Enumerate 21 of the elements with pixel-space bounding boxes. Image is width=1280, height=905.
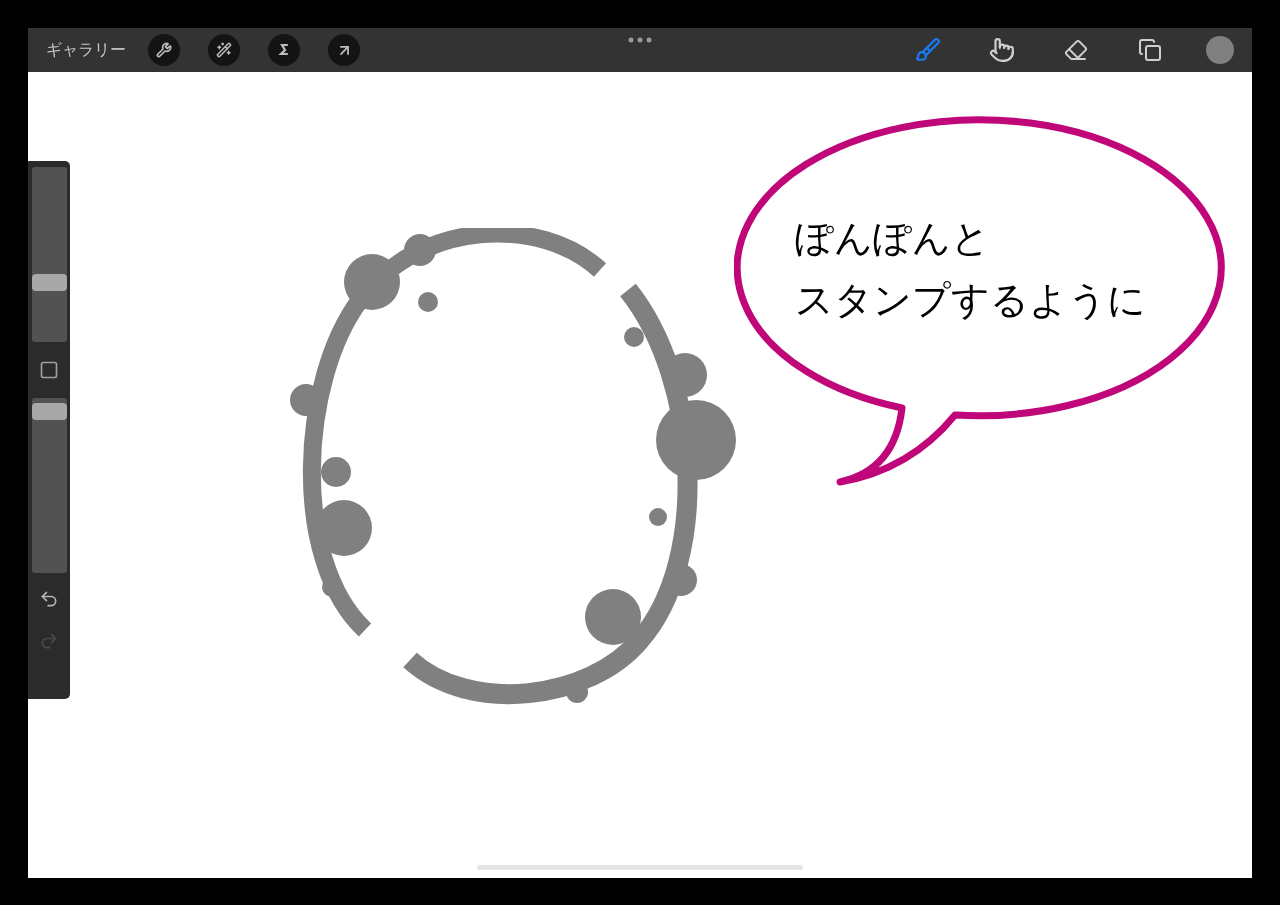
modify-icon[interactable] bbox=[39, 360, 59, 380]
brush-size-slider[interactable] bbox=[31, 167, 67, 342]
gallery-button[interactable]: ギャラリー bbox=[46, 38, 126, 62]
magic-wand-icon bbox=[216, 42, 232, 58]
magic-wand-button[interactable] bbox=[208, 34, 240, 66]
bubble-text: ぽんぽんと bbox=[795, 218, 991, 258]
brush-icon bbox=[915, 37, 941, 63]
slider-thumb[interactable] bbox=[31, 274, 67, 292]
slider-thumb[interactable] bbox=[31, 402, 67, 420]
eraser-icon bbox=[1064, 38, 1088, 62]
finger-icon bbox=[989, 37, 1015, 63]
more-icon[interactable] bbox=[628, 37, 652, 43]
layers-icon bbox=[1138, 38, 1162, 62]
wrench-icon bbox=[156, 42, 172, 58]
wrench-button[interactable] bbox=[148, 34, 180, 66]
undo-button[interactable] bbox=[39, 589, 59, 609]
drawing-canvas[interactable]: ぽんぽんと スタンプするように bbox=[28, 72, 1252, 878]
color-swatch[interactable] bbox=[1206, 36, 1234, 64]
arrow-button[interactable] bbox=[328, 34, 360, 66]
opacity-slider[interactable] bbox=[31, 398, 67, 573]
bubble-text: スタンプするように bbox=[795, 280, 1146, 320]
